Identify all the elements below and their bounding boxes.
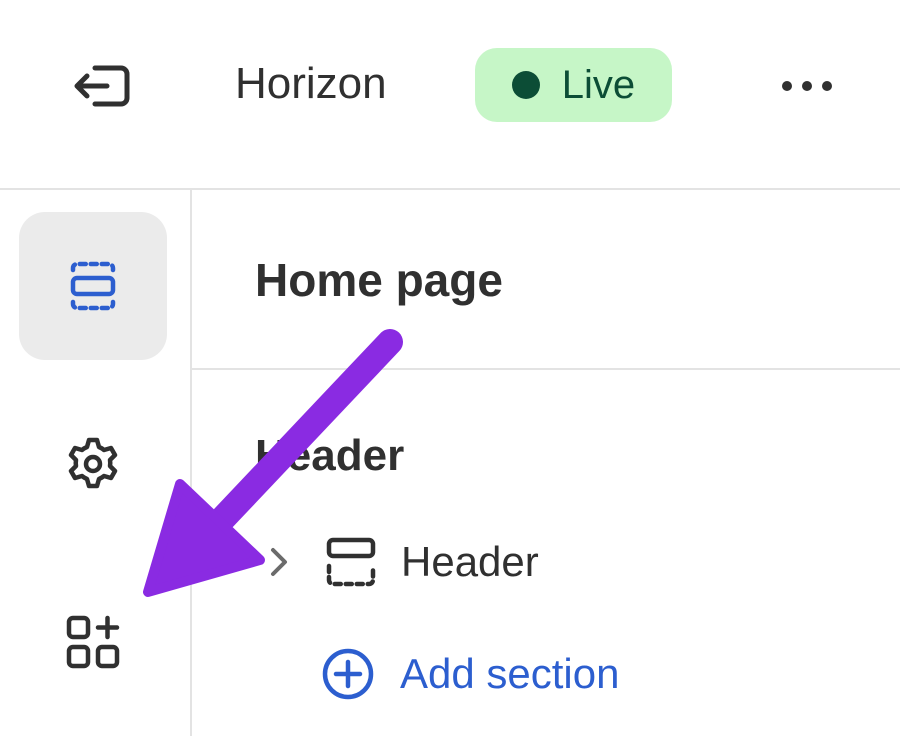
rail-item-apps[interactable] [19, 568, 167, 716]
status-dot [511, 71, 540, 99]
apps-add-icon [66, 615, 120, 669]
top-bar: Horizon Live [0, 0, 900, 190]
status-badge: Live [475, 48, 672, 122]
section-tree-item-header[interactable]: Header [255, 526, 855, 598]
more-horizontal-icon [822, 81, 832, 91]
more-horizontal-icon [782, 81, 792, 91]
section-tree-item-label: Header [401, 538, 539, 585]
add-section-button[interactable]: Add section [320, 642, 619, 706]
sidebar-rail [0, 190, 192, 736]
add-section-label: Add section [400, 650, 620, 697]
divider [192, 368, 900, 370]
rail-item-sections[interactable] [19, 212, 167, 360]
gear-icon [68, 437, 118, 489]
more-horizontal-icon [802, 81, 812, 91]
section-group-title: Header [255, 431, 405, 480]
sections-icon [70, 261, 116, 311]
exit-icon [74, 65, 130, 107]
more-options-button[interactable] [772, 60, 842, 112]
rail-item-settings[interactable] [19, 390, 167, 538]
status-badge-label: Live [561, 62, 636, 107]
header-section-icon [323, 534, 379, 590]
theme-editor: Horizon Live Home page Header Header Add… [0, 0, 900, 736]
plus-circle-icon [322, 648, 374, 700]
page-title: Home page [255, 254, 503, 306]
exit-button[interactable] [66, 56, 136, 116]
chevron-right-icon[interactable] [259, 542, 299, 582]
theme-name: Horizon [235, 59, 387, 108]
